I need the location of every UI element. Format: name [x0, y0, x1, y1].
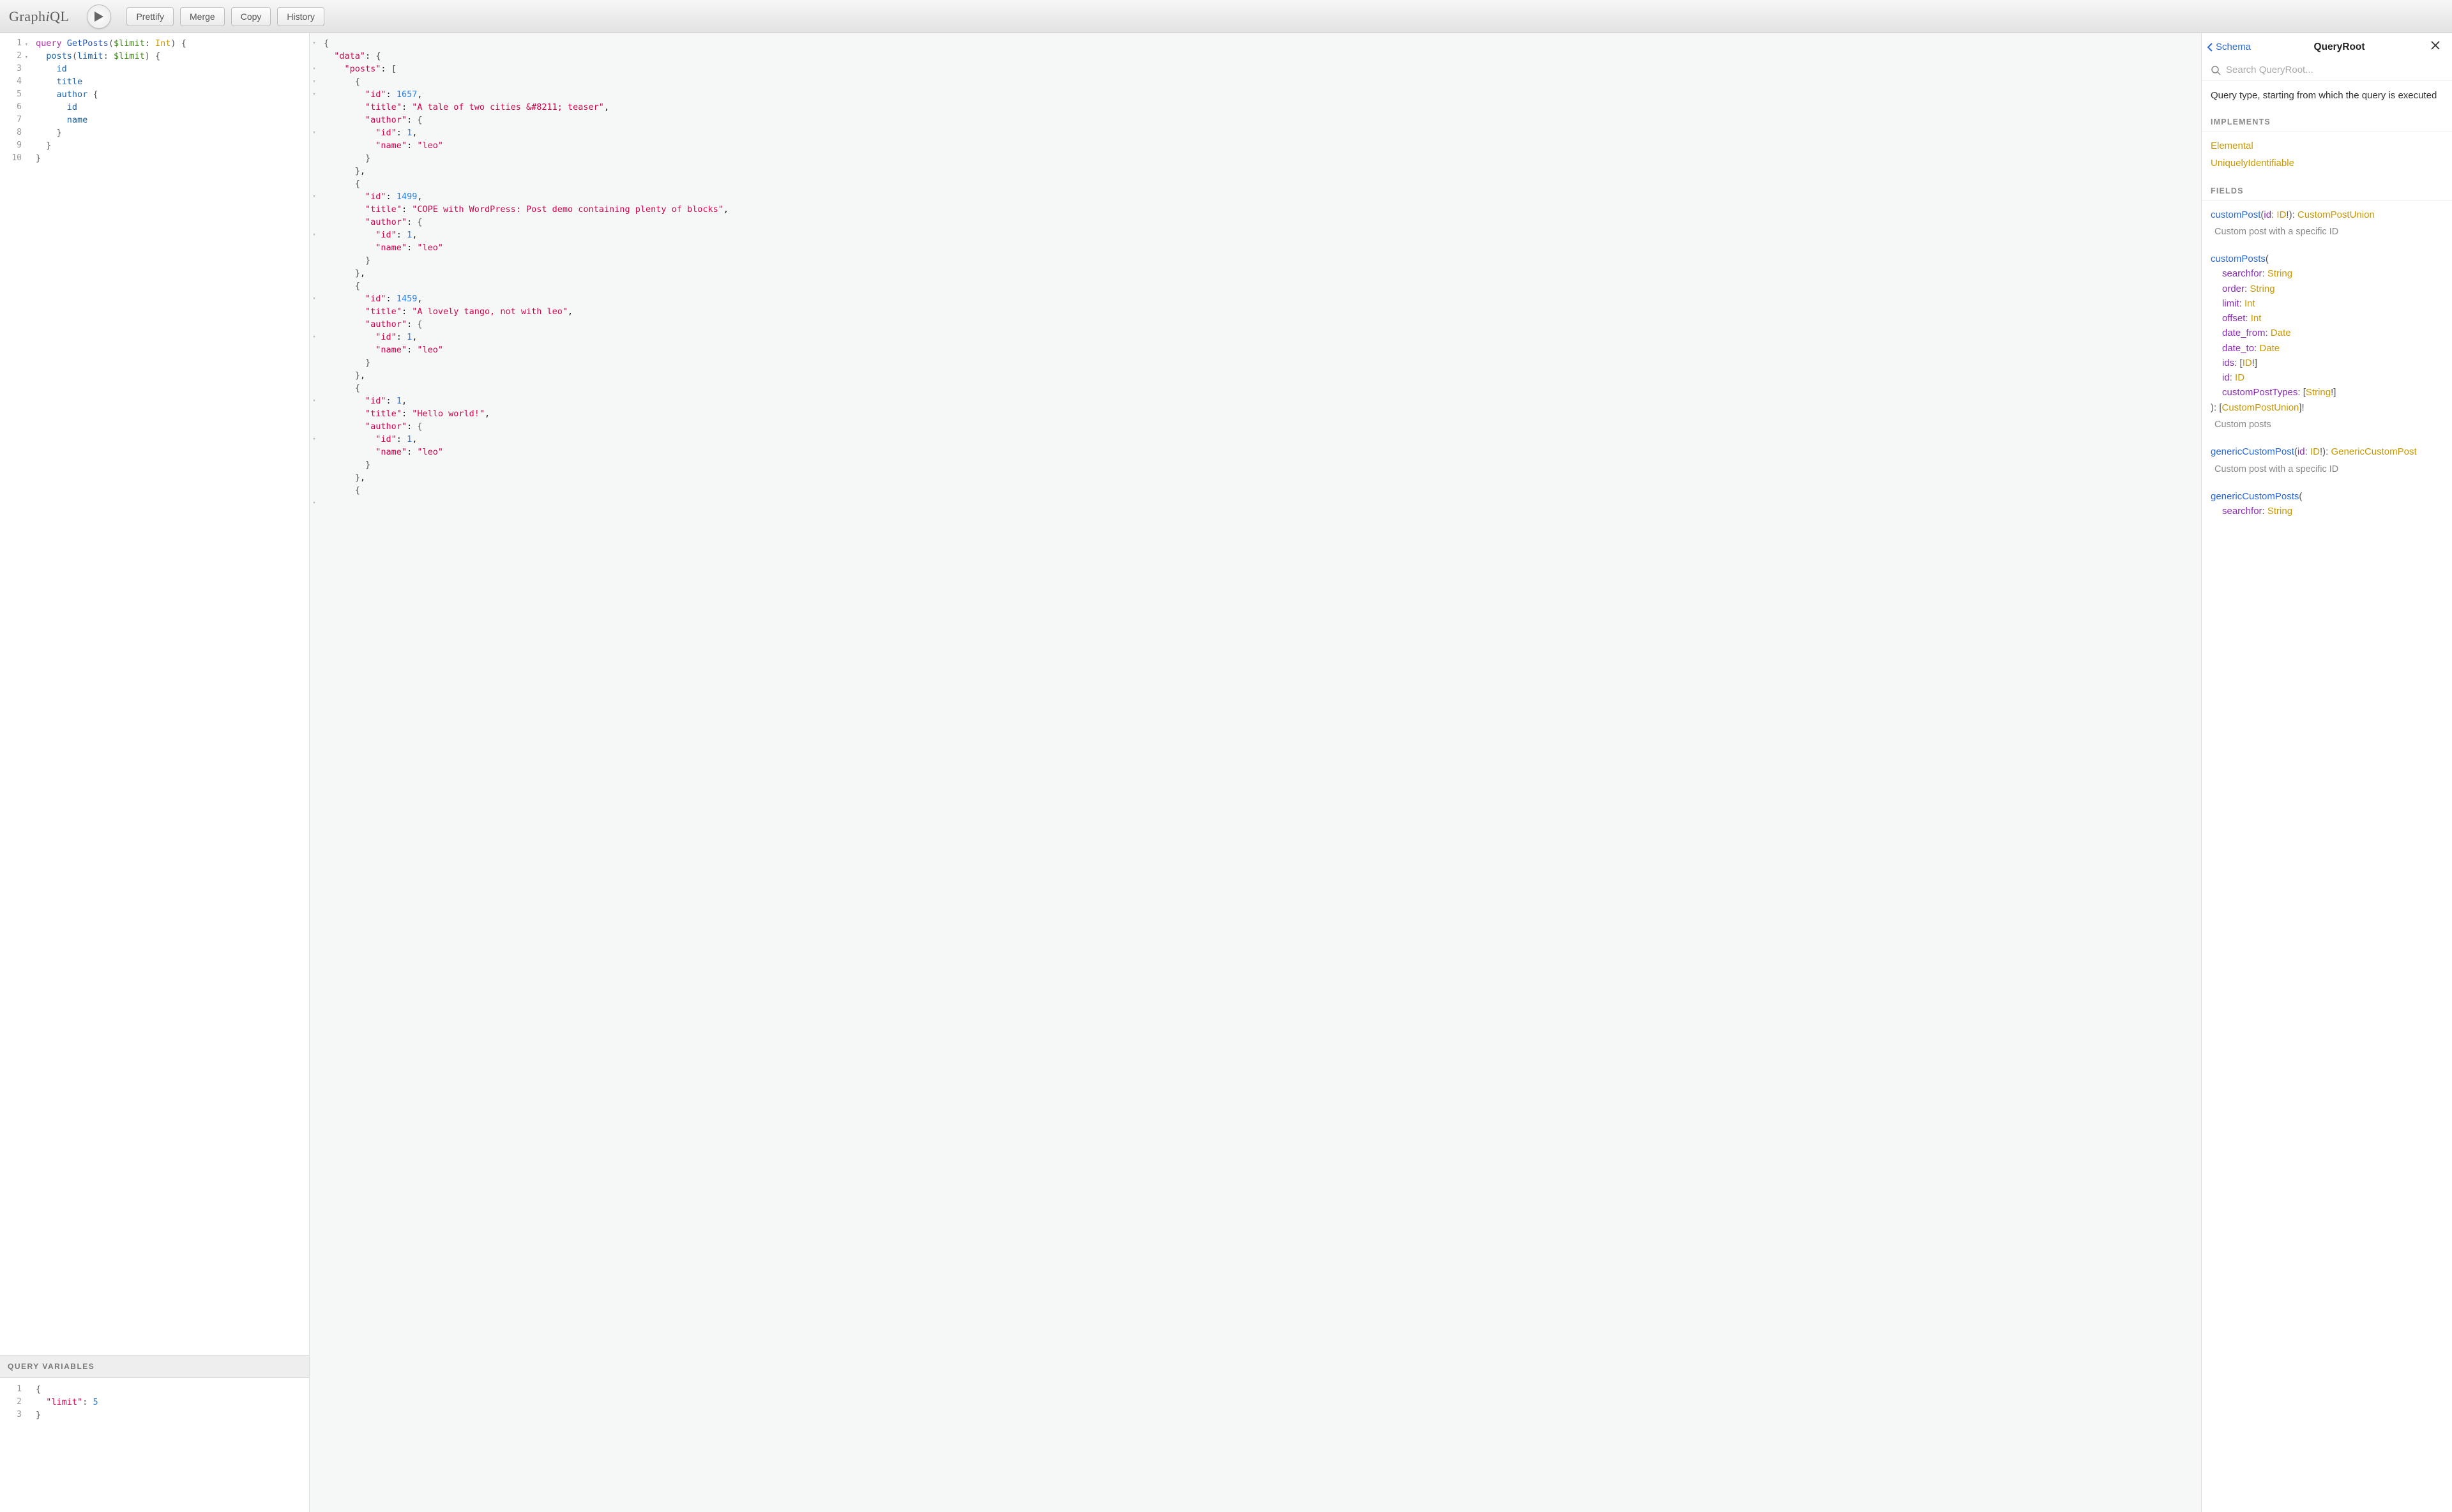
- doc-header: Schema QueryRoot: [2202, 33, 2452, 61]
- topbar: GraphiQL Prettify Merge Copy History: [0, 0, 2452, 33]
- copy-button[interactable]: Copy: [231, 7, 271, 26]
- prettify-button[interactable]: Prettify: [126, 7, 174, 26]
- field-entry[interactable]: customPost(id: ID!): CustomPostUnion: [2211, 208, 2443, 222]
- query-code[interactable]: query GetPosts($limit: Int) { posts(limi…: [26, 33, 309, 1355]
- close-icon: [2430, 40, 2441, 50]
- variables-code[interactable]: { "limit": 5}: [26, 1378, 309, 1512]
- play-icon: [95, 11, 103, 22]
- history-button[interactable]: History: [277, 7, 324, 26]
- run-button[interactable]: [87, 4, 111, 29]
- line-gutter: 123: [0, 1378, 26, 1512]
- doc-back-link[interactable]: Schema: [2207, 42, 2251, 52]
- implements-type[interactable]: UniquelyIdentifiable: [2211, 156, 2443, 170]
- field-entry[interactable]: customPosts(searchfor: Stringorder: Stri…: [2211, 252, 2443, 415]
- field-entry[interactable]: genericCustomPosts(searchfor: String: [2211, 489, 2443, 519]
- doc-explorer: Schema QueryRoot Query type, starting fr…: [2202, 33, 2452, 1512]
- field-description: Custom post with a specific ID: [2214, 225, 2443, 239]
- field-entry[interactable]: genericCustomPost(id: ID!): GenericCusto…: [2211, 444, 2443, 459]
- search-icon: [2211, 65, 2221, 75]
- line-gutter: 12345678910: [0, 33, 26, 1355]
- implements-type[interactable]: Elemental: [2211, 139, 2443, 153]
- doc-search[interactable]: [2202, 61, 2452, 81]
- doc-close-button[interactable]: [2428, 40, 2443, 54]
- implements-header: IMPLEMENTS: [2202, 112, 2452, 132]
- result-code: { "data": { "posts": [ { "id": 1657, "ti…: [319, 33, 2201, 1512]
- merge-button[interactable]: Merge: [180, 7, 225, 26]
- field-description: Custom posts: [2214, 418, 2443, 432]
- query-variables-header[interactable]: QUERY VARIABLES: [0, 1355, 309, 1378]
- implements-list: Elemental UniquelyIdentifiable: [2202, 132, 2452, 181]
- fields-list: customPost(id: ID!): CustomPostUnion Cust…: [2202, 201, 2452, 547]
- query-editor-column: 12345678910 query GetPosts($limit: Int) …: [0, 33, 310, 1512]
- result-viewer[interactable]: ▾▾▾▾▾▾▾▾▾▾▾▾ { "data": { "posts": [ { "i…: [310, 33, 2202, 1512]
- chevron-left-icon: [2207, 43, 2213, 52]
- query-variables-editor[interactable]: 123 { "limit": 5}: [0, 1378, 309, 1512]
- graphiql-logo: GraphiQL: [9, 8, 69, 25]
- field-description: Custom post with a specific ID: [2214, 462, 2443, 476]
- query-editor[interactable]: 12345678910 query GetPosts($limit: Int) …: [0, 33, 309, 1355]
- fields-header: FIELDS: [2202, 181, 2452, 201]
- doc-search-input[interactable]: [2226, 64, 2443, 75]
- fold-gutter: ▾▾▾▾▾▾▾▾▾▾▾▾: [310, 33, 319, 1512]
- doc-title: QueryRoot: [2251, 42, 2428, 53]
- doc-description: Query type, starting from which the quer…: [2202, 81, 2452, 112]
